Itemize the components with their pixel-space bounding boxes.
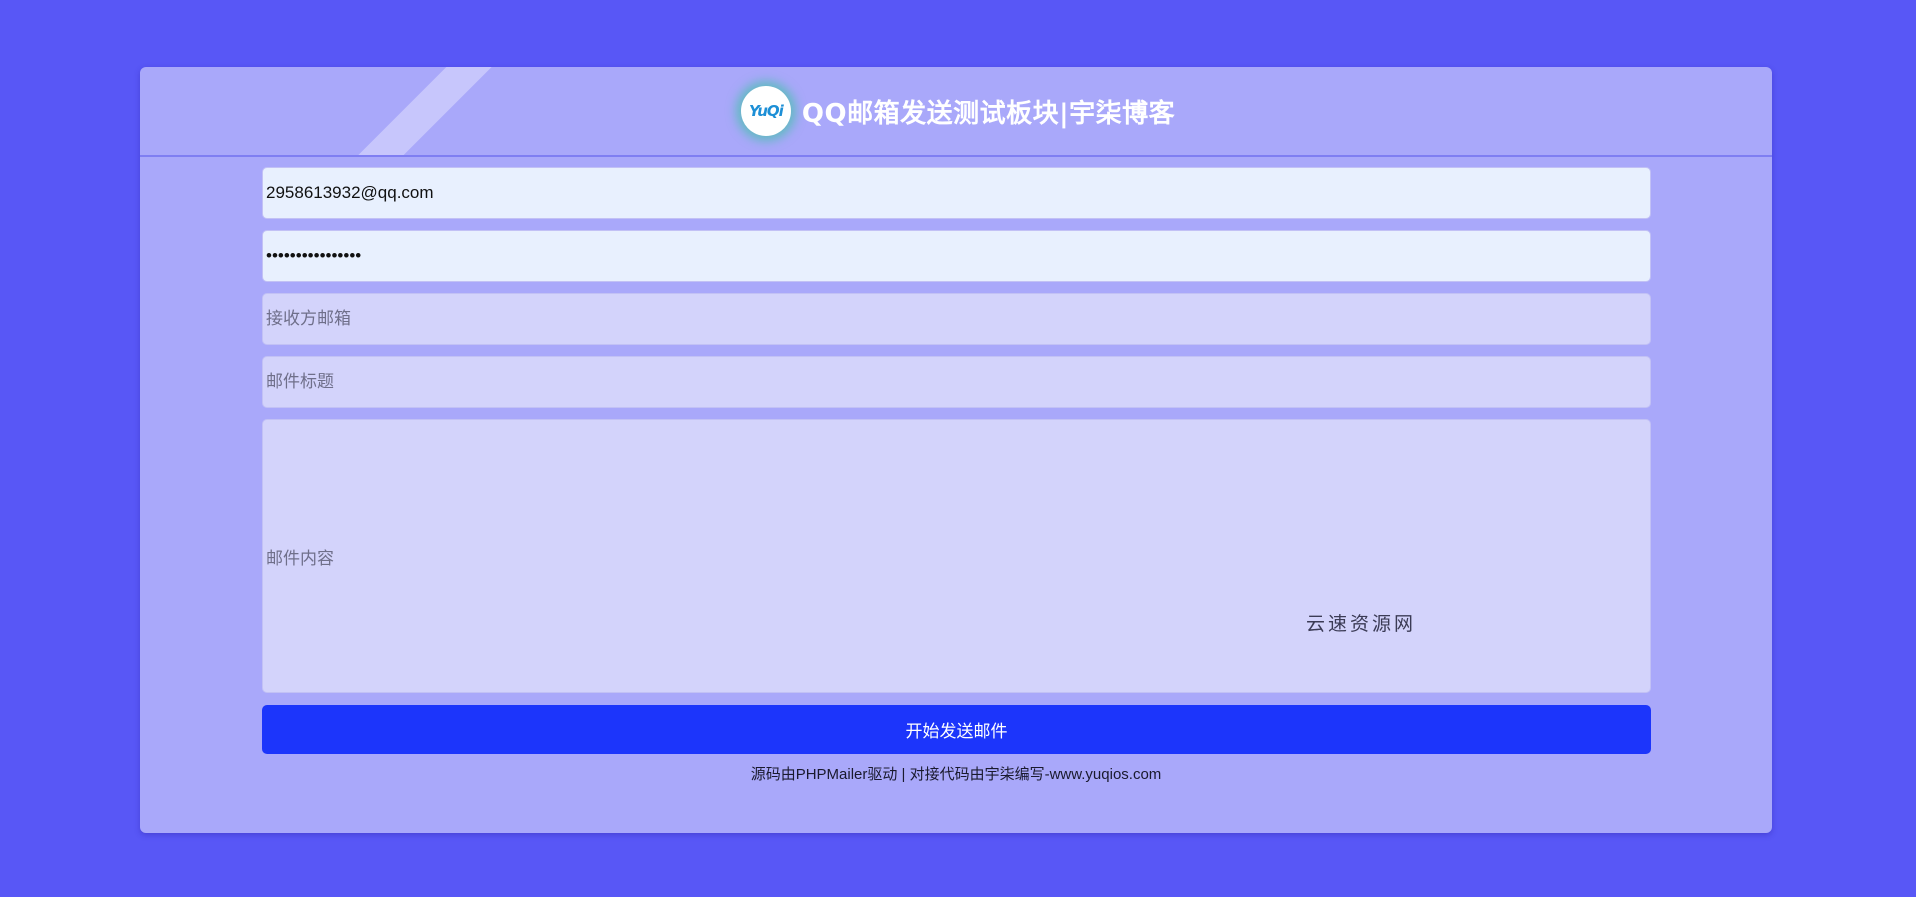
mail-form: 邮件内容 云速资源网 开始发送邮件 <box>262 167 1651 754</box>
recipient-email-input[interactable] <box>262 293 1651 345</box>
send-email-button[interactable]: 开始发送邮件 <box>262 705 1651 754</box>
logo-text: YuQi <box>748 102 784 120</box>
sender-email-input[interactable] <box>262 167 1651 219</box>
watermark-text: 云速资源网 <box>1306 613 1417 635</box>
header-title-row: YuQi QQ邮箱发送测试板块|宇柒博客 <box>140 67 1772 155</box>
password-input[interactable] <box>262 230 1651 282</box>
content-textarea[interactable]: 邮件内容 <box>262 419 1651 693</box>
mail-form-card: YuQi QQ邮箱发送测试板块|宇柒博客 邮件内容 云速资源网 开始发送邮件 源… <box>140 67 1772 833</box>
content-placeholder: 邮件内容 <box>266 548 334 568</box>
content-area-wrapper: 邮件内容 云速资源网 <box>262 419 1651 693</box>
page-title: QQ邮箱发送测试板块|宇柒博客 <box>801 98 1176 129</box>
card-header: YuQi QQ邮箱发送测试板块|宇柒博客 <box>140 67 1772 157</box>
subject-input[interactable] <box>262 356 1651 408</box>
footer-credit: 源码由PHPMailer驱动 | 对接代码由宇柒编写-www.yuqios.co… <box>750 766 1162 783</box>
yuqi-logo: YuQi <box>740 86 791 136</box>
